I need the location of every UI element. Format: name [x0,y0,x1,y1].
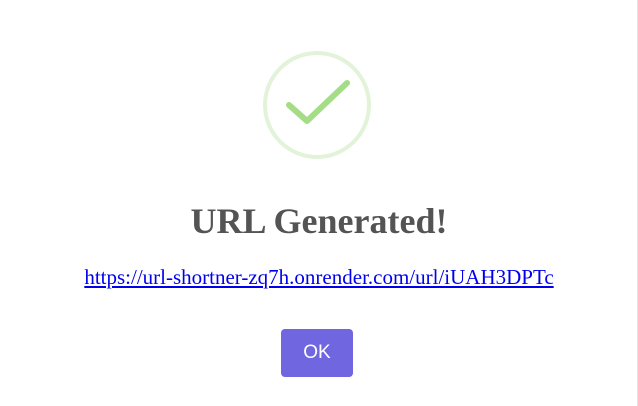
short-url-link[interactable]: https://url-shortner-zq7h.onrender.com/u… [84,265,553,289]
link-container: https://url-shortner-zq7h.onrender.com/u… [0,263,638,291]
ok-button[interactable]: OK [281,329,353,377]
success-check-icon [262,50,372,160]
dialog-title: URL Generated! [190,201,448,241]
success-dialog: URL Generated! https://url-shortner-zq7h… [0,0,638,406]
